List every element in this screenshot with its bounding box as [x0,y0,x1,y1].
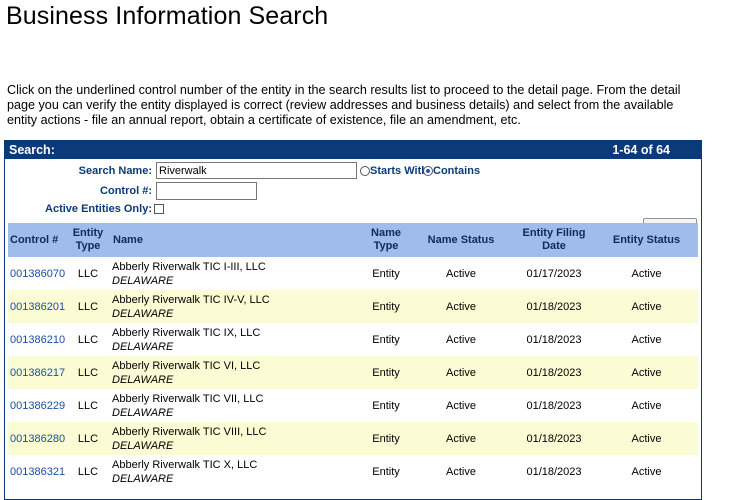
control-number-label: Control #: [100,185,152,197]
results-table: Control # Entity Type Name Name Type Nam… [8,223,698,488]
entity-name-cell: Abberly Riverwalk TIC I-III, LLC DELAWARE [110,257,363,290]
table-row[interactable]: 001386321 LLC Abberly Riverwalk TIC X, L… [8,455,698,488]
control-number-link[interactable]: 001386070 [10,268,65,280]
jurisdiction: DELAWARE [112,406,174,419]
name-type: Entity [363,422,409,455]
name-type: Entity [363,290,409,323]
filing-date: 01/17/2023 [526,267,582,280]
page-title: Business Information Search [6,2,329,30]
entity-name: Abberly Riverwalk TIC IX, LLC [112,326,261,339]
name-type: Entity [372,399,400,412]
entity-type: LLC [77,333,99,346]
table-row[interactable]: 001386070 LLC Abberly Riverwalk TIC I-II… [8,257,698,290]
table-row[interactable]: 001386229 LLC Abberly Riverwalk TIC VII,… [8,389,698,422]
jurisdiction: DELAWARE [112,439,174,452]
table-row[interactable]: 001386210 LLC Abberly Riverwalk TIC IX, … [8,323,698,356]
jurisdiction: DELAWARE [112,307,174,320]
search-name-label: Search Name: [78,165,152,177]
search-header-label: Search: [9,142,55,157]
entity-name-cell: Abberly Riverwalk TIC VII, LLC DELAWARE [110,389,363,422]
entity-name: Abberly Riverwalk TIC X, LLC [112,458,258,471]
entity-name: Abberly Riverwalk TIC I-III, LLC [112,260,266,273]
name-type: Entity [372,267,400,280]
filing-date: 01/18/2023 [513,356,595,389]
name-status: Active [409,290,513,323]
contains-label[interactable]: Contains [433,165,480,177]
search-panel-header: Search: 1-64 of 64 [5,140,701,159]
control-number-link[interactable]: 001386201 [10,301,65,313]
entity-type: LLC [77,465,99,478]
control-number-link[interactable]: 001386217 [10,367,65,379]
name-status: Active [446,267,476,280]
name-status: Active [446,333,476,346]
name-status: Active [409,422,513,455]
starts-with-radio[interactable] [360,166,370,176]
active-entities-checkbox[interactable] [154,204,164,214]
control-number-link[interactable]: 001386321 [10,466,65,478]
filing-date: 01/18/2023 [526,465,582,478]
entity-status: Active [595,290,698,323]
result-range: 1-64 of 64 [612,142,670,157]
entity-name: Abberly Riverwalk TIC IV-V, LLC [112,293,270,306]
control-number-link[interactable]: 001386229 [10,400,65,412]
name-status: Active [409,356,513,389]
column-header-entity-type[interactable]: Entity Type [66,223,110,257]
table-row[interactable]: 001386280 LLC Abberly Riverwalk TIC VIII… [8,422,698,455]
control-number-link[interactable]: 001386280 [10,433,65,445]
starts-with-label[interactable]: Starts With [370,165,428,177]
control-number-link[interactable]: 001386210 [10,334,65,346]
entity-name: Abberly Riverwalk TIC VI, LLC [112,359,261,372]
table-header-row: Control # Entity Type Name Name Type Nam… [8,223,698,257]
entity-status: Active [631,333,662,346]
entity-type: LLC [66,356,110,389]
entity-name-cell: Abberly Riverwalk TIC VIII, LLC DELAWARE [110,422,363,455]
filing-date: 01/18/2023 [526,333,582,346]
search-panel: Search: 1-64 of 64 Search Name: Starts W… [4,140,702,500]
table-row[interactable]: 001386217 LLC Abberly Riverwalk TIC VI, … [8,356,698,389]
entity-name-cell: Abberly Riverwalk TIC VI, LLC DELAWARE [110,356,363,389]
entity-type: LLC [66,290,110,323]
search-name-input[interactable] [156,162,357,179]
entity-status: Active [631,399,662,412]
entity-name-cell: Abberly Riverwalk TIC IX, LLC DELAWARE [110,323,363,356]
entity-status: Active [595,422,698,455]
entity-type: LLC [77,267,99,280]
column-header-name-status[interactable]: Name Status [409,223,513,257]
entity-status: Active [631,465,662,478]
jurisdiction: DELAWARE [112,472,174,485]
name-status: Active [446,465,476,478]
jurisdiction: DELAWARE [112,340,174,353]
contains-radio[interactable] [423,166,433,176]
entity-status: Active [631,267,662,280]
filing-date: 01/18/2023 [526,399,582,412]
entity-name-cell: Abberly Riverwalk TIC X, LLC DELAWARE [110,455,363,488]
name-type: Entity [363,356,409,389]
column-header-control[interactable]: Control # [8,223,66,257]
column-header-entity-status[interactable]: Entity Status [595,223,698,257]
instructions-text: Click on the underlined control number o… [7,83,681,127]
filing-date: 01/18/2023 [513,290,595,323]
column-header-name[interactable]: Name [110,223,363,257]
jurisdiction: DELAWARE [112,373,174,386]
table-row[interactable]: 001386201 LLC Abberly Riverwalk TIC IV-V… [8,290,698,323]
entity-name-cell: Abberly Riverwalk TIC IV-V, LLC DELAWARE [110,290,363,323]
jurisdiction: DELAWARE [112,274,174,287]
column-header-filing-date[interactable]: Entity Filing Date [513,223,595,257]
active-entities-label: Active Entities Only: [45,203,152,215]
column-header-name-type[interactable]: Name Type [363,223,409,257]
entity-type: LLC [66,422,110,455]
name-type: Entity [372,465,400,478]
entity-type: LLC [77,399,99,412]
name-type: Entity [372,333,400,346]
entity-name: Abberly Riverwalk TIC VIII, LLC [112,425,267,438]
entity-status: Active [595,356,698,389]
name-status: Active [446,399,476,412]
control-number-input[interactable] [156,182,257,200]
entity-name: Abberly Riverwalk TIC VII, LLC [112,392,264,405]
filing-date: 01/18/2023 [513,422,595,455]
